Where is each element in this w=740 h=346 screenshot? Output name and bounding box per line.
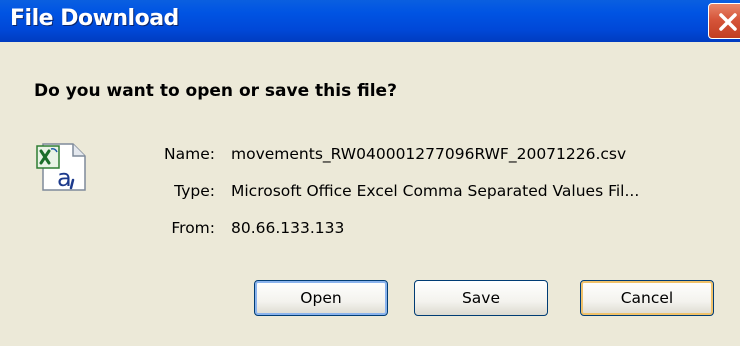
open-button[interactable]: Open bbox=[254, 280, 388, 316]
title-bar[interactable]: File Download bbox=[0, 0, 740, 42]
file-type-value: Microsoft Office Excel Comma Separated V… bbox=[231, 182, 640, 200]
window-title: File Download bbox=[10, 6, 179, 31]
file-type-label: Type: bbox=[174, 182, 215, 200]
file-download-dialog: File Download Do you want to open or sav… bbox=[0, 0, 740, 346]
dialog-question: Do you want to open or save this file? bbox=[34, 81, 397, 101]
close-button[interactable] bbox=[708, 3, 740, 39]
file-name-label: Name: bbox=[164, 145, 215, 163]
file-name-value: movements_RW040001277096RWF_20071226.csv bbox=[231, 145, 627, 163]
close-icon bbox=[719, 13, 737, 31]
file-source-label: From: bbox=[171, 219, 215, 237]
file-source-value: 80.66.133.133 bbox=[231, 219, 345, 237]
cancel-button[interactable]: Cancel bbox=[580, 280, 714, 316]
save-button[interactable]: Save bbox=[414, 280, 548, 316]
